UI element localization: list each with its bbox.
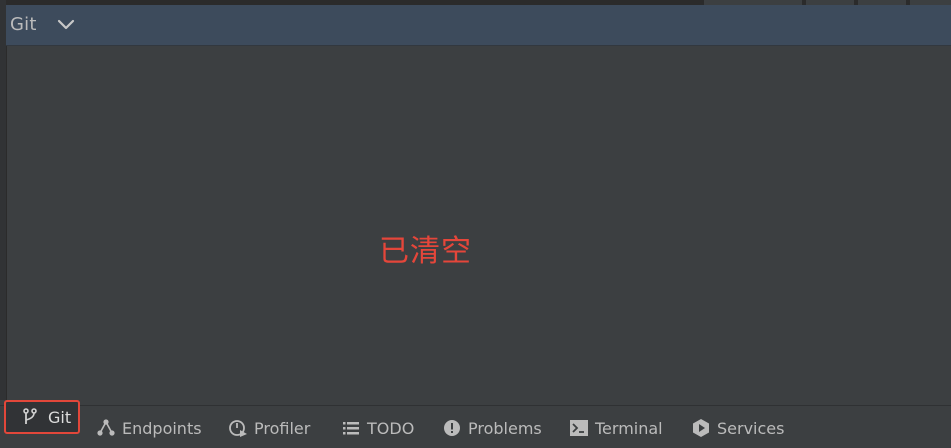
toolwindow-label: Terminal — [595, 418, 663, 438]
toolwindow-git[interactable]: Git — [4, 400, 80, 434]
toolwindow-endpoints[interactable]: Endpoints — [96, 415, 202, 441]
toolwindow-problems[interactable]: Problems — [442, 415, 542, 441]
problems-icon — [442, 418, 462, 438]
ide-window: Git 已清空 Git Endpoints Profiler TODO Prob… — [0, 0, 951, 448]
tool-window-bar: Git Endpoints Profiler TODO Problems Ter… — [0, 400, 951, 448]
toolwindow-label: Endpoints — [122, 418, 202, 438]
panel-title: Git — [10, 14, 37, 35]
left-gutter — [0, 0, 7, 400]
toolwindow-todo[interactable]: TODO — [341, 415, 414, 441]
toolwindow-label: Profiler — [254, 418, 311, 438]
toolwindow-label: TODO — [367, 418, 415, 438]
toolwindow-services[interactable]: Services — [691, 415, 784, 441]
toolwindow-label: Git — [48, 407, 72, 427]
terminal-icon — [569, 418, 589, 438]
toolwindow-label: Services — [717, 418, 785, 438]
endpoints-icon — [96, 418, 116, 438]
chevron-down-icon[interactable] — [56, 15, 76, 35]
git-branch-icon — [20, 407, 40, 427]
git-panel-header: Git — [6, 5, 951, 46]
toolwindow-profiler[interactable]: Profiler — [228, 415, 310, 441]
cleared-message: 已清空 — [379, 234, 472, 269]
todo-list-icon — [341, 418, 361, 438]
profiler-icon — [228, 418, 248, 438]
toolwindow-label: Problems — [468, 418, 542, 438]
services-icon — [691, 418, 711, 438]
toolwindow-terminal[interactable]: Terminal — [569, 415, 663, 441]
git-panel-content: 已清空 — [7, 46, 951, 405]
